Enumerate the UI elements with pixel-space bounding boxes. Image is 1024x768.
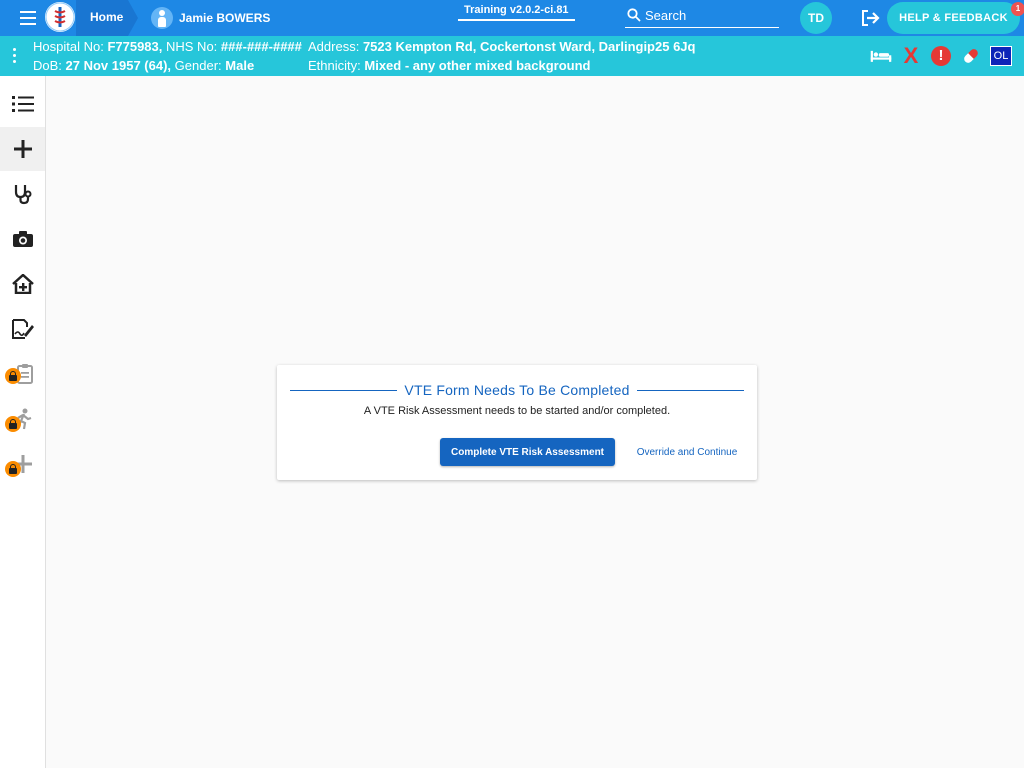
ethnicity-label: Ethnicity: [308, 58, 361, 73]
patient-banner: Hospital No: F775983, NHS No: ###-###-##… [0, 36, 1024, 76]
sidebar-item-list[interactable] [0, 82, 45, 126]
address: 7523 Kempton Rd, Cockertonst Ward, Darli… [362, 39, 696, 54]
breadcrumb-home-label: Home [90, 10, 124, 24]
alert-symbol: ! [931, 46, 951, 66]
x-icon[interactable]: X [900, 45, 922, 67]
dob: 27 Nov 1957 (64), [65, 58, 172, 73]
alert-icon[interactable]: ! [930, 45, 952, 67]
search-field[interactable]: Search [625, 5, 779, 28]
signature-icon [11, 319, 34, 339]
bed-icon[interactable] [870, 45, 892, 67]
dob-label: DoB: [33, 58, 62, 73]
build-version: Training v2.0.2-ci.81 [458, 3, 575, 21]
address-label: Address: [308, 39, 360, 54]
gender: Male [225, 58, 255, 73]
app-bar: Home Jamie BOWERS Training v2.0.2-ci.81 … [0, 0, 1024, 36]
lock-icon [5, 368, 21, 384]
notification-badge: 1 [1011, 2, 1024, 16]
camera-icon [12, 231, 33, 247]
sidebar-item-locked-mobility[interactable] [0, 397, 45, 441]
banner-ethnicity: Ethnicity: Mixed - any other mixed backg… [308, 58, 590, 73]
hospital-no-label: Hospital No: [33, 39, 104, 54]
dialog-message: A VTE Risk Assessment needs to be starte… [363, 405, 671, 417]
banner-alert-icons: X ! OL [870, 45, 1012, 67]
sidebar-item-clinical[interactable] [0, 172, 45, 216]
sidebar-item-locked-add[interactable] [0, 442, 45, 486]
list-icon [11, 96, 34, 112]
sidebar-item-add[interactable] [0, 127, 45, 171]
patient-name: Jamie BOWERS [179, 11, 271, 25]
sidebar-item-home-care[interactable] [0, 262, 45, 306]
patient-icon [151, 7, 173, 29]
vte-dialog: VTE Form Needs To Be Completed A VTE Ris… [277, 365, 757, 480]
gender-label: Gender: [174, 58, 222, 73]
pill-icon[interactable] [960, 45, 982, 67]
divider [637, 390, 744, 391]
lock-icon [5, 461, 21, 477]
banner-address: Address: 7523 Kempton Rd, Cockertonst Wa… [308, 39, 695, 54]
sidebar-item-camera[interactable] [0, 217, 45, 261]
banner-ids: Hospital No: F775983, NHS No: ###-###-##… [33, 39, 302, 54]
home-plus-icon [11, 274, 34, 294]
sidebar [0, 76, 46, 768]
hospital-no: F775983, [107, 39, 163, 54]
breadcrumb-patient[interactable]: Jamie BOWERS [151, 5, 270, 31]
ol-badge-label: OL [990, 46, 1012, 66]
complete-vte-button[interactable]: Complete VTE Risk Assessment [440, 438, 615, 466]
plus-icon [13, 140, 32, 158]
search-label: Search [645, 8, 687, 23]
menu-icon[interactable] [20, 11, 36, 25]
breadcrumb-home[interactable]: Home [76, 0, 138, 36]
dialog-header: VTE Form Needs To Be Completed [290, 382, 744, 398]
lock-icon [5, 416, 21, 432]
stethoscope-icon [14, 185, 31, 205]
override-continue-button[interactable]: Override and Continue [627, 438, 747, 466]
user-avatar[interactable]: TD [800, 2, 832, 34]
ol-badge[interactable]: OL [990, 45, 1012, 67]
help-feedback-button[interactable]: HELP & FEEDBACK [887, 2, 1020, 34]
app-logo[interactable] [45, 2, 75, 32]
search-icon [627, 8, 641, 22]
ethnicity: Mixed - any other mixed background [364, 58, 591, 73]
sidebar-item-forms[interactable] [0, 307, 45, 351]
more-vert-icon[interactable] [13, 48, 17, 64]
logout-icon[interactable] [860, 9, 880, 27]
sidebar-item-locked-clipboard[interactable] [0, 352, 45, 396]
nhs-no: ###-###-#### [220, 39, 302, 54]
nhs-no-label: NHS No: [166, 39, 218, 54]
banner-demographics: DoB: 27 Nov 1957 (64), Gender: Male [33, 58, 254, 73]
